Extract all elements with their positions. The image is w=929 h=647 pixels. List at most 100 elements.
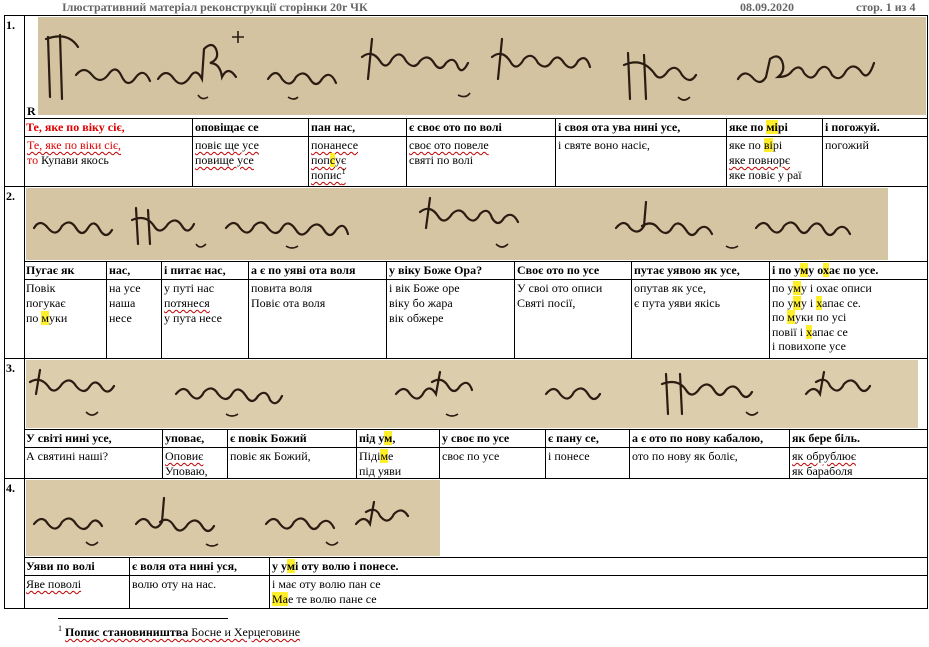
data-cell: Оповиє Уповаю,	[162, 448, 227, 478]
cell-line: Мае те волю пане се	[272, 592, 377, 606]
cell-line: Святі посії,	[517, 296, 576, 310]
header-cell: під ум,	[356, 430, 439, 447]
cell-line: Повік	[26, 281, 56, 295]
section-divider	[4, 186, 928, 187]
cell-line: як обрублює	[792, 449, 857, 463]
cell-line: і повихопе усе	[772, 339, 846, 353]
data-cell: і святе воно насіє,	[555, 137, 726, 186]
header-cell: пан нас,	[308, 119, 406, 136]
data-cell: по уму і охає описи по уму і хапає се. п…	[769, 280, 928, 358]
footnote-ref: 1	[341, 167, 346, 176]
data-cell: Підіме під уяви	[356, 448, 439, 478]
header-cell: яке по мірі	[726, 119, 822, 136]
data-cell: погожий	[822, 137, 928, 186]
cell-line: вік обжере	[389, 311, 444, 325]
footnote-bold: Попис становиништва	[65, 625, 189, 639]
cell-line: по муки	[26, 311, 68, 325]
cell-line: попсує	[311, 153, 347, 167]
section-divider	[4, 358, 928, 359]
data-cell: своє по усе	[439, 448, 545, 478]
header-cell: Те, яке по віку сіє,	[24, 119, 192, 136]
cell-line: у пута несе	[164, 311, 222, 325]
highlight: мі	[766, 120, 778, 134]
section-2-data-row: Повік погукає по муки на усе наша несе у…	[24, 280, 928, 358]
cell-line: погожий	[825, 138, 869, 152]
data-cell: і має оту волю пан се Мае те волю пане с…	[269, 576, 928, 608]
data-cell: Те, яке по віки сіє, то Купави якось	[24, 137, 192, 186]
cell-line: Те, яке по віки сіє,	[27, 138, 122, 152]
cell-line: і святе воно насіє,	[558, 138, 650, 152]
cell-line: у путі нас	[164, 281, 215, 295]
manuscript-strip-3	[26, 360, 918, 428]
cell-line: яке повнорє	[729, 153, 791, 167]
header-text: Те, яке по віку сіє,	[26, 120, 125, 134]
header-text: яке по	[729, 120, 767, 134]
cell-line: Оповиє	[165, 449, 204, 463]
header-cell: оповіщає се	[192, 119, 308, 136]
manuscript-strip-2	[26, 188, 888, 260]
cell-line: яке по вірі	[729, 138, 783, 152]
data-cell: опутав як усе, є пута уяви якісь	[631, 280, 769, 358]
header-cell: є своє ото по волі	[406, 119, 555, 136]
cell-line: потянеся	[164, 296, 210, 310]
header-cell: У світі нині усе,	[26, 431, 112, 445]
cell-line: повії і хапає се	[772, 324, 848, 339]
cell-line: Підіме	[359, 449, 394, 463]
header-cell: і по уму охає по усе.	[769, 262, 928, 279]
data-cell: у путі нас потянеся у пута несе	[161, 280, 248, 358]
cell-line: попис1	[311, 167, 346, 183]
cell-line: несе	[109, 311, 132, 325]
cell-line: У своі ото описи	[517, 281, 603, 295]
cell-line: і має оту волю пан се	[272, 577, 381, 591]
data-cell: повита воля Повіє ота воля	[248, 280, 386, 358]
section-1-data-row: Те, яке по віки сіє, то Купави якось пов…	[4, 137, 928, 186]
cell-line: повіє ще усе	[195, 138, 259, 152]
manuscript-strip-4	[26, 480, 440, 556]
cell-line: і вік Боже оре	[389, 281, 460, 295]
section-4-header-row: Уяви по волі є воля ота нині уся, у умі …	[24, 558, 928, 575]
section-number: 1.	[6, 18, 15, 32]
data-cell: понанесе попсує попис1	[308, 137, 406, 186]
page-indicator: стор. 1 из 4	[856, 0, 916, 14]
header-cell: у умі оту волю і понесе.	[269, 558, 928, 575]
header-cell: Уяви по волі	[26, 559, 95, 573]
footnote-number: 1	[58, 624, 62, 633]
header-cell: путає уявою як усе,	[631, 262, 769, 279]
header-cell: є повік Божий	[227, 430, 356, 447]
data-cell: і понесе	[545, 448, 629, 478]
data-cell: яке по вірі яке повнорє яке повіє у раї	[726, 137, 822, 186]
cell-line: наша	[109, 296, 136, 310]
header-cell: і погожуй.	[822, 119, 928, 136]
section-number: 2.	[6, 189, 15, 203]
footnote: 1 Попис становиништва Босне и Херцеговин…	[58, 625, 300, 640]
section-1-header-row: Те, яке по віку сіє, оповіщає се пан нас…	[24, 119, 928, 136]
footnote-separator	[58, 618, 228, 619]
cell-line: то Купави якось	[27, 153, 109, 167]
cell-line: погукає	[26, 296, 66, 310]
cell-line: на усе	[109, 281, 141, 295]
header-cell: Пугає як	[26, 263, 75, 277]
data-cell: і вік Боже оре віку бо жара вік обжере	[386, 280, 514, 358]
header-cell: є пану се,	[545, 430, 629, 447]
document-date: 08.09.2020	[740, 0, 794, 14]
cell-line: є пута уяви якісь	[634, 296, 721, 310]
cell-line: по уму і хапає се.	[772, 295, 861, 310]
cell-line: Уповаю,	[165, 464, 208, 478]
section-number: 4.	[6, 481, 15, 495]
cell-line: по уму і охає описи	[772, 281, 872, 295]
cell-line: понанесе	[311, 138, 359, 152]
data-cell: Повік погукає по муки	[24, 280, 106, 358]
header-cell: Своє ото по усе	[514, 262, 631, 279]
header-cell: а є ото по нову кабалою,	[629, 430, 789, 447]
section-number: 3.	[6, 361, 15, 375]
section-divider	[4, 478, 928, 479]
cell-line: під уяви	[359, 464, 402, 478]
cell-line: опутав як усе,	[634, 281, 706, 295]
section-3-data-row: А святині наші? Оповиє Уповаю, повіє як …	[24, 448, 928, 478]
cell-line: святі по волі	[409, 153, 474, 167]
page-header: Ілюстративний матеріал реконструкції сто…	[0, 0, 929, 16]
header-cell: і питає нас,	[161, 262, 248, 279]
manuscript-strip-1	[38, 17, 926, 115]
header-cell: уповає,	[162, 430, 227, 447]
recto-marker: R	[27, 104, 36, 118]
